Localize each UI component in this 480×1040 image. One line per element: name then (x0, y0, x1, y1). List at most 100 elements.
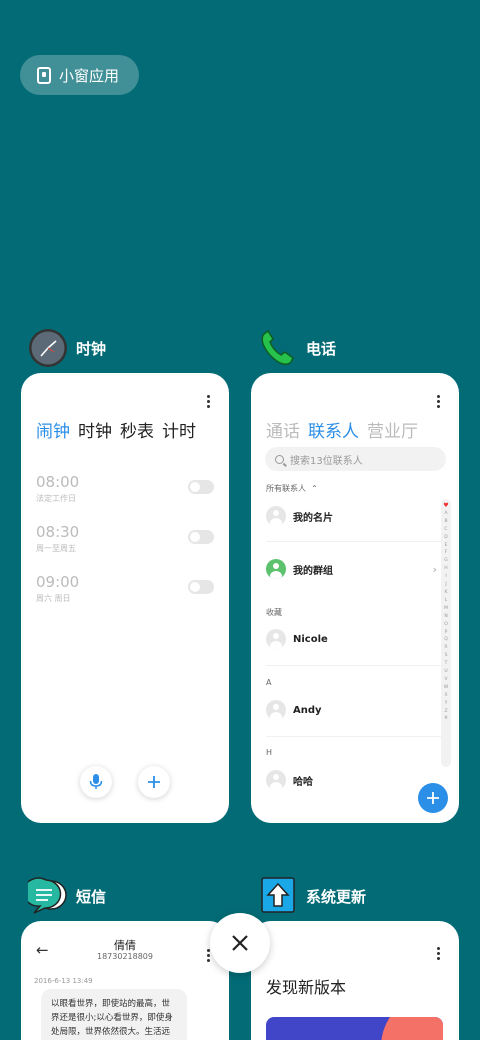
avatar (266, 700, 286, 720)
voice-alarm-button[interactable] (80, 766, 112, 798)
plus-icon (427, 792, 439, 804)
index-letter[interactable]: E (445, 542, 448, 550)
app-header-clock[interactable]: 时钟 (28, 328, 106, 368)
update-banner (266, 1017, 443, 1040)
message-timestamp: 2016-6-13 13:49 (34, 977, 93, 985)
app-name-update: 系统更新 (306, 887, 367, 906)
floating-window-button[interactable]: 小窗应用 (20, 55, 139, 95)
index-letter[interactable]: W (444, 684, 448, 692)
group-icon (266, 559, 286, 579)
index-letter[interactable]: T (445, 660, 448, 668)
search-placeholder: 搜索13位联系人 (290, 455, 363, 467)
app-card-sms[interactable]: ← 倩倩 18730218809 2016-6-13 13:49 以眼看世界，即… (21, 921, 229, 1040)
chevron-right-icon: › (432, 562, 437, 576)
index-letter[interactable]: V (444, 676, 447, 684)
heart-icon: ♥ (443, 502, 449, 509)
alarm-item[interactable]: 08:30 周一至周五 (36, 523, 214, 554)
index-letter[interactable]: L (445, 597, 448, 605)
index-letter[interactable]: U (444, 668, 447, 676)
section-header: A (266, 678, 272, 687)
alarm-item[interactable]: 08:00 法定工作日 (36, 473, 214, 504)
list-item[interactable]: 哈哈 (266, 770, 441, 790)
all-contacts-label: 所有联系人 (266, 484, 306, 493)
phone-icon (261, 329, 294, 366)
tab-contacts[interactable]: 联系人 (308, 417, 359, 442)
search-icon (275, 454, 284, 464)
app-card-phone[interactable]: 通话 联系人 营业厅 搜索13位联系人 所有联系人 ⌃ 我的名片 我的群组 › … (251, 373, 459, 823)
sort-icon: ⌃ (308, 484, 318, 493)
alphabet-index-bar[interactable]: ♥ A B C D E F G H I J K L M N O P Q R S T U V W X Y Z # (441, 499, 451, 767)
my-groups-item[interactable]: 我的群组 › (266, 559, 441, 579)
index-letter[interactable]: J (445, 581, 446, 589)
sms-contact-name: 倩倩 (114, 939, 136, 952)
my-card-item[interactable]: 我的名片 (266, 506, 441, 526)
alarm-repeat: 周六 周日 (36, 594, 71, 603)
index-letter[interactable]: S (445, 652, 448, 660)
app-name-sms: 短信 (76, 887, 107, 906)
index-letter[interactable]: O (444, 621, 448, 629)
index-letter[interactable]: A (444, 510, 447, 518)
index-letter[interactable]: Z (444, 708, 447, 716)
index-letter[interactable]: I (445, 573, 446, 581)
index-letter[interactable]: N (444, 613, 447, 621)
more-options-icon[interactable] (437, 395, 440, 410)
alarm-toggle[interactable] (188, 530, 214, 544)
alarm-toggle[interactable] (188, 580, 214, 594)
add-alarm-button[interactable] (138, 766, 170, 798)
list-item[interactable]: Andy (266, 700, 441, 720)
tab-timer[interactable]: 计时 (162, 417, 196, 442)
tab-calls[interactable]: 通话 (266, 417, 300, 442)
clock-icon (29, 329, 67, 367)
alarm-toggle[interactable] (188, 480, 214, 494)
app-header-phone[interactable]: 电话 (258, 328, 336, 368)
index-letter[interactable]: P (445, 629, 448, 637)
contact-name: 哈哈 (293, 776, 313, 788)
clear-all-button[interactable] (210, 913, 270, 973)
section-header: H (266, 748, 273, 757)
index-letter[interactable]: B (444, 518, 447, 526)
list-item[interactable]: Nicole (266, 629, 441, 649)
index-letter[interactable]: Y (445, 700, 448, 708)
index-letter[interactable]: G (444, 557, 448, 565)
alarm-item[interactable]: 09:00 周六 周日 (36, 573, 214, 604)
microphone-icon (89, 774, 103, 789)
avatar (266, 770, 286, 790)
contact-name: Andy (293, 704, 322, 716)
all-contacts-filter[interactable]: 所有联系人 ⌃ (266, 483, 318, 494)
message-bubble: 以眼看世界，即使站的最高，世界还是很小;以心看世界，即使身处局限，世界依然很大。… (41, 989, 187, 1040)
tab-clock[interactable]: 时钟 (78, 417, 112, 442)
index-letter[interactable]: C (444, 526, 447, 534)
tab-service-hall[interactable]: 营业厅 (367, 417, 418, 442)
app-card-update[interactable]: 发现新版本 (251, 921, 459, 1040)
index-letter[interactable]: # (444, 715, 448, 723)
tab-alarm[interactable]: 闹钟 (36, 417, 70, 442)
app-card-clock[interactable]: 闹钟 时钟 秒表 计时 08:00 法定工作日 08:30 周一至周五 09:0… (21, 373, 229, 823)
index-letter[interactable]: X (444, 692, 447, 700)
tab-stopwatch[interactable]: 秒表 (120, 417, 154, 442)
avatar (266, 506, 286, 526)
alarm-repeat: 周一至周五 (36, 544, 76, 553)
update-title: 发现新版本 (266, 978, 347, 997)
more-options-icon[interactable] (207, 949, 210, 964)
app-header-sms[interactable]: 短信 (28, 876, 106, 916)
index-letter[interactable]: Q (444, 636, 448, 644)
index-letter[interactable]: H (444, 565, 447, 573)
index-letter[interactable]: R (444, 644, 447, 652)
index-letter[interactable]: F (445, 549, 448, 557)
contact-name: Nicole (293, 633, 328, 645)
sms-contact-number: 18730218809 (97, 952, 153, 961)
system-update-icon (261, 877, 295, 913)
more-options-icon[interactable] (207, 395, 210, 410)
more-options-icon[interactable] (437, 947, 440, 962)
index-letter[interactable]: D (444, 534, 447, 542)
avatar (266, 629, 286, 649)
index-letter[interactable]: K (445, 589, 448, 597)
app-name-phone: 电话 (306, 339, 337, 358)
favorites-section-header: 收藏 (266, 608, 282, 617)
add-contact-button[interactable] (418, 783, 448, 813)
floating-window-icon (37, 66, 51, 84)
contact-name: 我的名片 (293, 512, 333, 524)
app-header-update[interactable]: 系统更新 (258, 876, 366, 916)
contact-search-input[interactable]: 搜索13位联系人 (265, 447, 446, 471)
index-letter[interactable]: M (444, 605, 448, 613)
